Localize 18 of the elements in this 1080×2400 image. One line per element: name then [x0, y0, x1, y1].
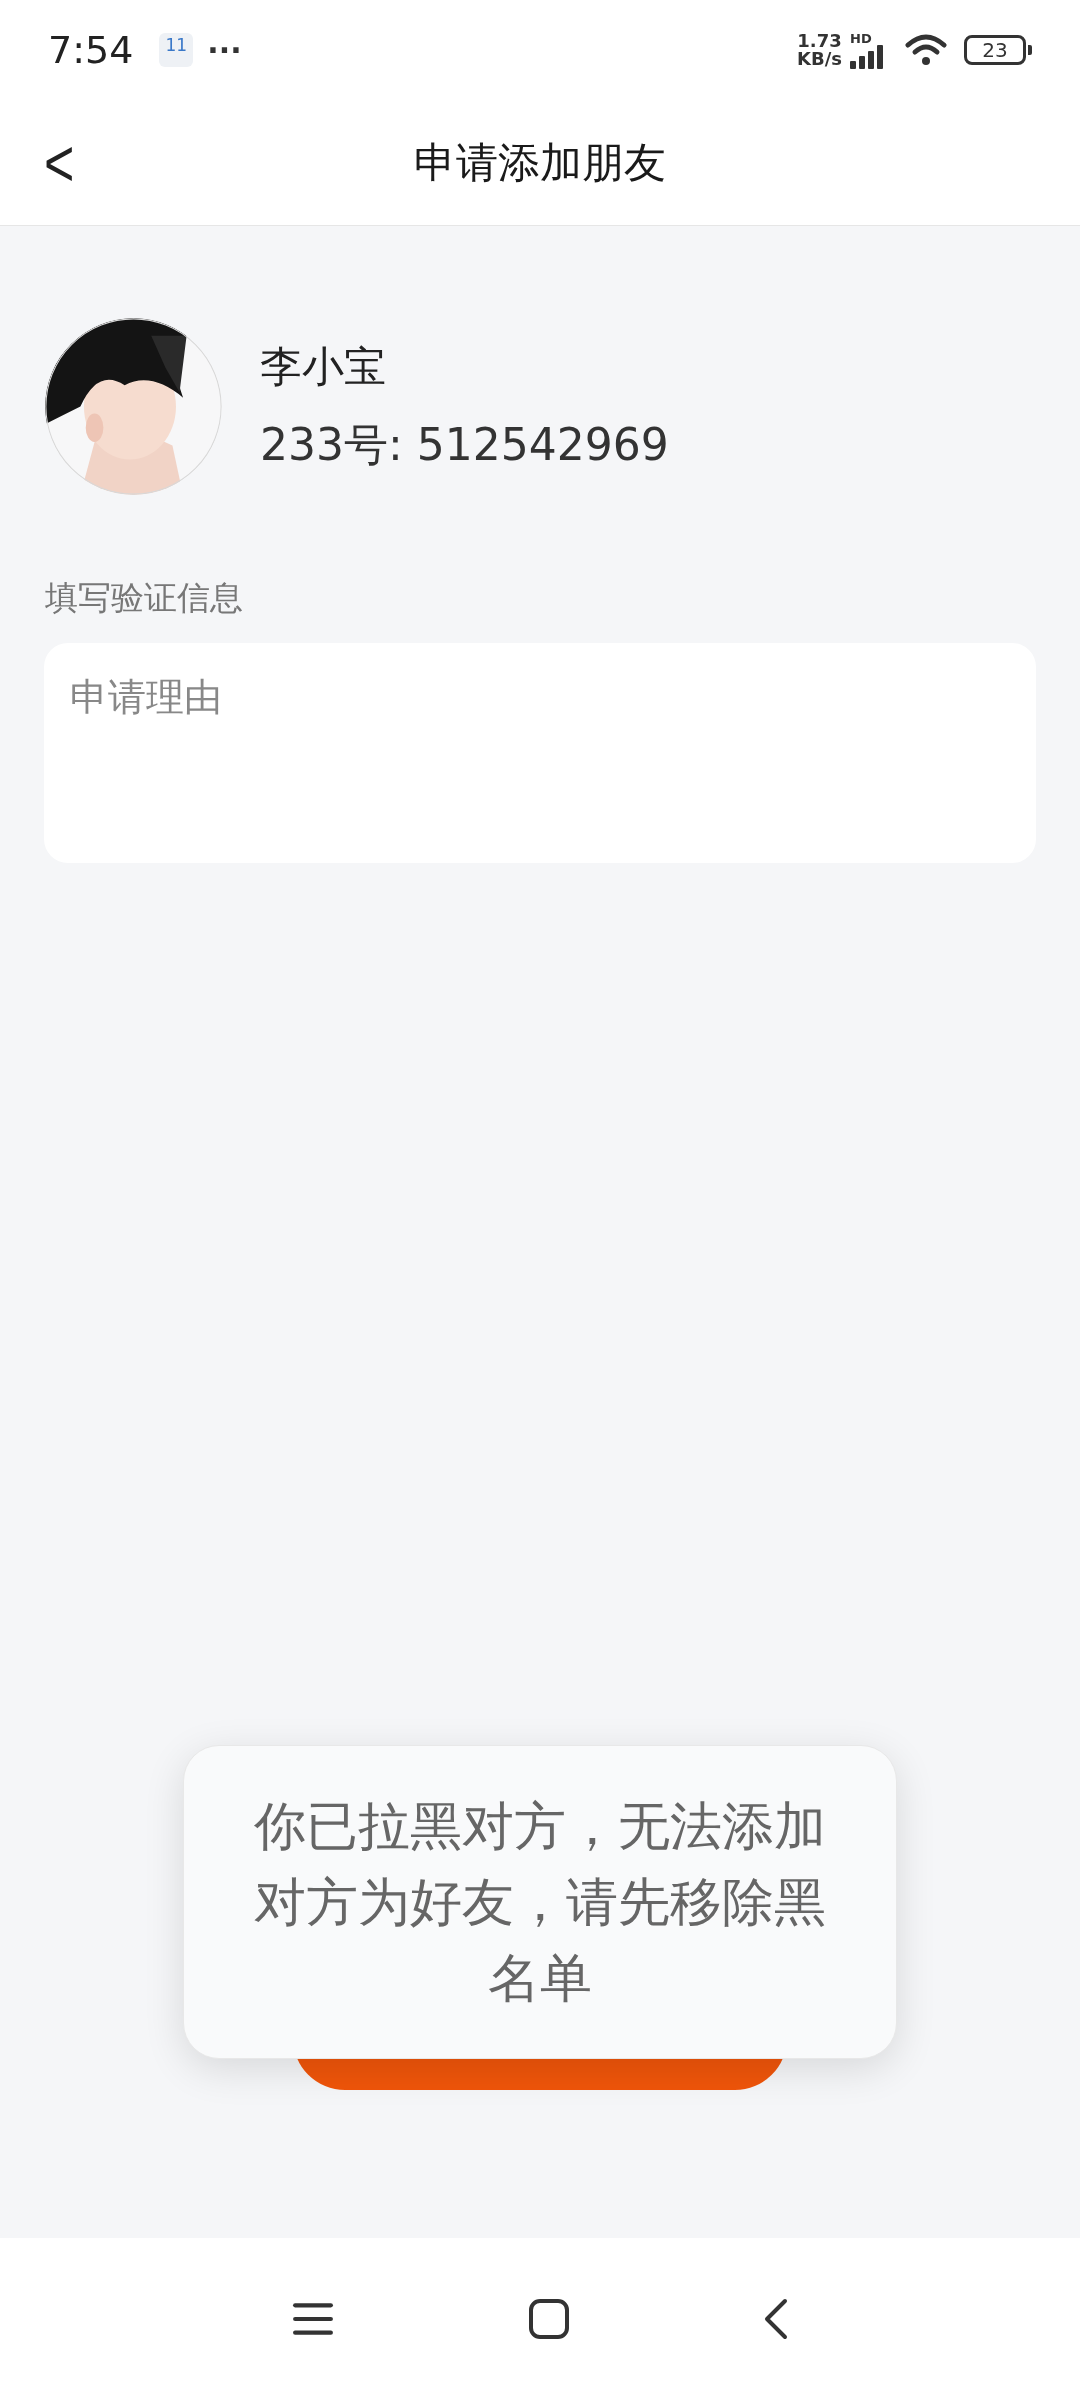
blocked-toast: 你已拉黑对方，无法添加对方为好友，请先移除黑名单 [183, 1745, 897, 2059]
speed-unit: KB/s [797, 50, 842, 68]
status-time: 7:54 [48, 26, 134, 74]
home-square-icon[interactable] [528, 2298, 570, 2340]
verify-label: 填写验证信息 [45, 577, 244, 619]
menu-icon[interactable] [292, 2301, 334, 2337]
speed-value: 1.73 [797, 32, 842, 50]
page-title: 申请添加朋友 [414, 137, 666, 189]
reason-field[interactable]: 申请理由 [44, 642, 1036, 863]
more-notifications: ··· [207, 31, 242, 70]
network-tag: HD [850, 31, 872, 45]
calendar-icon: 11 [159, 33, 194, 67]
back-icon[interactable] [764, 2298, 788, 2340]
user-name: 李小宝 [260, 341, 387, 393]
wifi-icon [904, 33, 948, 67]
battery-indicator: 23 [964, 35, 1032, 65]
back-button[interactable]: < [44, 128, 75, 197]
user-id: 233号: 512542969 [260, 418, 669, 472]
